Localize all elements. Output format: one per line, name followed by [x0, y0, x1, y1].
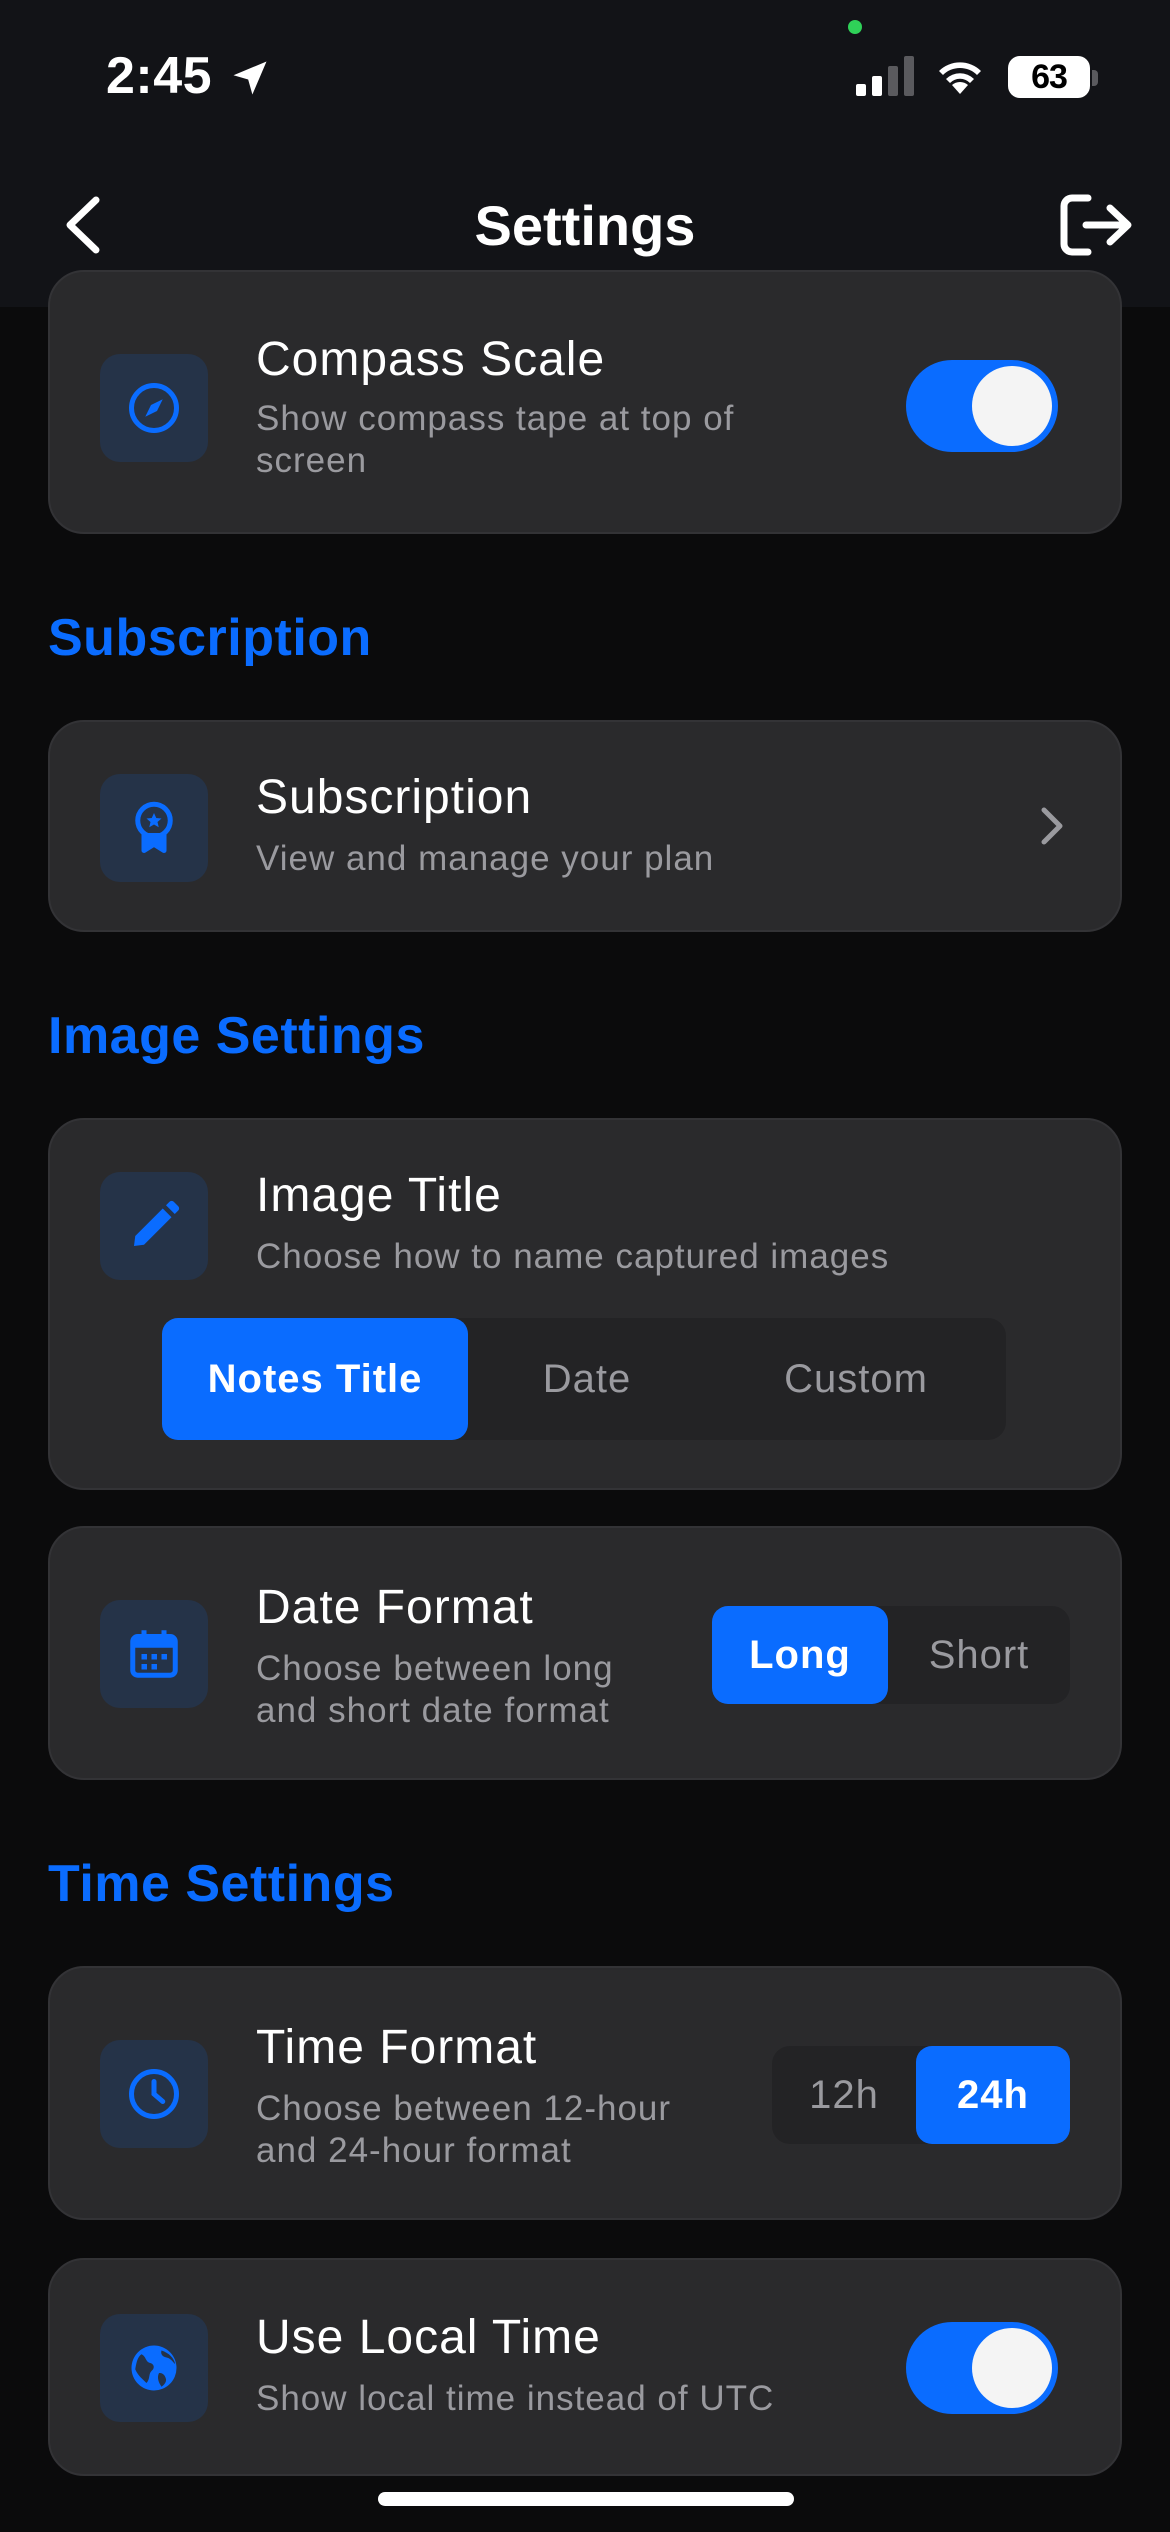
local-time-toggle[interactable]	[906, 2322, 1058, 2414]
image-title-subtitle: Choose how to name captured images	[256, 1237, 890, 1276]
pencil-icon	[134, 1200, 180, 1246]
local-time-subtitle: Show local time instead of UTC	[256, 2379, 775, 2418]
compass-scale-title: Compass Scale	[256, 333, 606, 386]
location-arrow-icon	[233, 61, 267, 95]
globe-icon-box	[100, 2314, 208, 2422]
time-format-card: Time Format Choose between 12-hour and 2…	[48, 1966, 1122, 2220]
logout-icon[interactable]	[1058, 190, 1136, 260]
segment-date[interactable]: Date	[468, 1318, 706, 1440]
battery-indicator: 63	[1008, 56, 1090, 98]
local-time-card: Use Local Time Show local time instead o…	[48, 2258, 1122, 2476]
clock-icon	[129, 2069, 179, 2119]
segment-custom[interactable]: Custom	[706, 1318, 1006, 1440]
battery-tip	[1092, 70, 1098, 86]
pencil-icon-box	[100, 1172, 208, 1280]
subscription-subtitle: View and manage your plan	[256, 839, 715, 878]
date-format-card: Date Format Choose between long and shor…	[48, 1526, 1122, 1780]
home-indicator	[378, 2492, 794, 2506]
segment-24h[interactable]: 24h	[916, 2046, 1070, 2144]
time-format-segmented-control: 12h 24h	[772, 2046, 1070, 2144]
page-title: Settings	[474, 194, 696, 257]
compass-icon	[129, 383, 179, 433]
compass-scale-card: Compass Scale Show compass tape at top o…	[48, 270, 1122, 534]
compass-scale-subtitle-line2: screen	[256, 441, 368, 480]
chevron-right-icon	[1041, 807, 1063, 845]
local-time-title: Use Local Time	[256, 2311, 601, 2364]
compass-scale-subtitle-line1: Show compass tape at top of	[256, 399, 735, 438]
image-title-title: Image Title	[256, 1169, 502, 1222]
image-title-segmented-control: Notes Title Date Custom	[162, 1318, 1006, 1440]
calendar-icon-box	[100, 1600, 208, 1708]
toggle-knob	[972, 2328, 1052, 2408]
top-bar: 2:45 63 Settings	[0, 0, 1170, 307]
section-title-subscription: Subscription	[48, 609, 372, 667]
date-format-segmented-control: Long Short	[712, 1606, 1070, 1704]
subscription-title: Subscription	[256, 771, 533, 824]
wifi-icon	[939, 62, 981, 94]
compass-icon-box	[100, 354, 208, 462]
segment-notes-title[interactable]: Notes Title	[162, 1318, 468, 1440]
date-format-title: Date Format	[256, 1581, 534, 1634]
clock-icon-box	[100, 2040, 208, 2148]
time-format-subtitle-line2: and 24-hour format	[256, 2131, 572, 2170]
section-title-image-settings: Image Settings	[48, 1007, 425, 1065]
segment-12h[interactable]: 12h	[772, 2046, 916, 2144]
toggle-knob	[972, 366, 1052, 446]
time-format-subtitle-line1: Choose between 12-hour	[256, 2089, 672, 2128]
date-format-subtitle-line1: Choose between long	[256, 1649, 614, 1688]
privacy-indicator	[848, 20, 862, 34]
date-format-subtitle-line2: and short date format	[256, 1691, 610, 1730]
badge-icon-box	[100, 774, 208, 882]
calendar-icon	[130, 1630, 178, 1678]
section-title-time-settings: Time Settings	[48, 1855, 395, 1913]
badge-icon	[135, 801, 173, 853]
globe-icon	[131, 2345, 177, 2391]
time-format-title: Time Format	[256, 2021, 538, 2074]
status-time: 2:45	[106, 47, 213, 105]
compass-scale-toggle[interactable]	[906, 360, 1058, 452]
segment-short[interactable]: Short	[888, 1606, 1070, 1704]
subscription-card[interactable]: Subscription View and manage your plan	[48, 720, 1122, 932]
segment-long[interactable]: Long	[712, 1606, 888, 1704]
image-title-card: Image Title Choose how to name captured …	[48, 1118, 1122, 1490]
cellular-signal-icon	[856, 56, 914, 96]
